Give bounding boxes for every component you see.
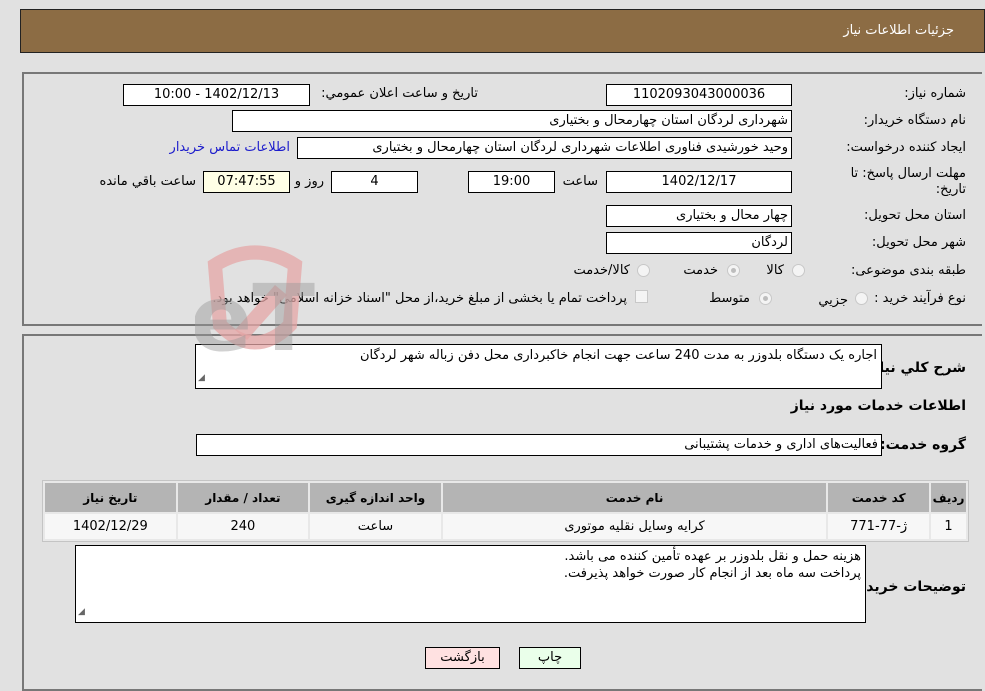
- buyer-org-label: نام دستگاه خریدار:: [863, 113, 966, 128]
- col-service-code: کد خدمت: [828, 483, 930, 512]
- cell-unit: ساعت: [310, 514, 441, 539]
- category-option-goods: کالا: [766, 263, 784, 278]
- category-option-service: خدمت: [683, 263, 718, 278]
- buyer-contact-link[interactable]: اطلاعات تماس خریدار: [170, 140, 290, 155]
- buyer-notes-line2: پرداخت سه ماه بعد از انجام کار صورت خواه…: [563, 566, 861, 581]
- buyer-org-field: شهرداری لردگان استان چهارمحال و بختیاری: [232, 110, 792, 132]
- purchase-radio-minor[interactable]: [855, 292, 868, 305]
- delivery-province-field: چهار محال و بختیاری: [606, 205, 792, 227]
- purchase-option-medium: متوسط: [709, 291, 750, 306]
- buyer-notes-line1: هزینه حمل و نقل بلدوزر بر عهده تأمین کنن…: [564, 549, 861, 564]
- announce-datetime-field: 1402/12/13 - 10:00: [123, 84, 310, 106]
- page-title: جزئيات اطلاعات نیاز: [843, 23, 954, 38]
- cell-need-date: 1402/12/29: [45, 514, 176, 539]
- deadline-time-field: 19:00: [468, 171, 555, 193]
- delivery-province-label: استان محل تحویل:: [864, 208, 966, 223]
- remaining-time-field: 07:47:55: [203, 171, 290, 193]
- requester-field: وحید خورشیدی فناوری اطلاعات شهرداری لردگ…: [297, 137, 792, 159]
- col-need-date: تاریخ نیاز: [45, 483, 176, 512]
- announce-datetime-label: تاریخ و ساعت اعلان عمومي:: [321, 86, 478, 101]
- delivery-city-label: شهر محل تحویل:: [871, 235, 966, 250]
- need-number-field: 1102093043000036: [606, 84, 792, 106]
- purchase-type-label: نوع فرآیند خرید :: [874, 291, 966, 306]
- service-group-label: گروه خدمت:: [880, 437, 966, 453]
- col-service-name: نام خدمت: [442, 483, 827, 512]
- need-info-panel: شماره نیاز: 1102093043000036 تاریخ و ساع…: [22, 72, 982, 326]
- print-button[interactable]: چاپ: [519, 647, 581, 669]
- purchase-radio-medium[interactable]: [759, 292, 772, 305]
- buyer-notes-textarea[interactable]: هزینه حمل و نقل بلدوزر بر عهده تأمین کنن…: [75, 545, 866, 623]
- deadline-label-line1: مهلت ارسال پاسخ: تا: [850, 166, 966, 181]
- need-details-panel: شرح کلي نیاز: اجاره یک دستگاه بلدوزر به …: [22, 334, 982, 691]
- deadline-date-field: 1402/12/17: [606, 171, 792, 193]
- services-table: ردیف کد خدمت نام خدمت واحد اندازه گیری ت…: [42, 480, 969, 542]
- requester-label: ایجاد کننده درخواست:: [846, 140, 966, 155]
- category-radio-service[interactable]: [727, 264, 740, 277]
- cell-row-number: 1: [931, 514, 966, 539]
- category-label: طبقه بندی موضوعی:: [850, 263, 966, 278]
- services-heading: اطلاعات خدمات مورد نیاز: [790, 398, 966, 414]
- deadline-time-label: ساعت: [562, 174, 598, 189]
- remaining-days-field: 4: [331, 171, 418, 193]
- category-radio-goods[interactable]: [792, 264, 805, 277]
- remaining-time-label: ساعت باقي مانده: [99, 174, 196, 189]
- deadline-label: مهلت ارسال پاسخ: تا تاریخ:: [851, 166, 966, 198]
- description-text: اجاره یک دستگاه بلدوزر به مدت 240 ساعت ج…: [359, 348, 877, 363]
- col-row-number: ردیف: [931, 483, 966, 512]
- back-button[interactable]: بازگشت: [425, 647, 500, 669]
- cell-quantity: 240: [177, 514, 309, 539]
- cell-service-name: کرایه وسایل نقلیه موتوری: [442, 514, 827, 539]
- days-label: روز و: [294, 174, 324, 189]
- category-radio-goods-service[interactable]: [637, 264, 650, 277]
- table-row: 1 ژ-77-771 کرایه وسایل نقلیه موتوری ساعت…: [45, 514, 966, 539]
- need-number-label: شماره نیاز:: [904, 86, 966, 101]
- col-quantity: تعداد / مقدار: [177, 483, 309, 512]
- category-option-goods-service: کالا/خدمت: [573, 263, 630, 278]
- treasury-note: پرداخت تمام یا بخشی از مبلغ خرید،از محل …: [212, 291, 627, 306]
- resize-grip-icon[interactable]: ◢: [78, 604, 85, 621]
- description-textarea[interactable]: اجاره یک دستگاه بلدوزر به مدت 240 ساعت ج…: [195, 344, 882, 389]
- purchase-option-minor: جزيي: [818, 293, 848, 308]
- service-group-field: فعالیت‌های اداری و خدمات پشتیبانی: [196, 434, 882, 456]
- page-header: جزئيات اطلاعات نیاز: [20, 9, 985, 53]
- cell-service-code: ژ-77-771: [828, 514, 930, 539]
- table-header-row: ردیف کد خدمت نام خدمت واحد اندازه گیری ت…: [45, 483, 966, 512]
- delivery-city-field: لردگان: [606, 232, 792, 254]
- treasury-checkbox[interactable]: [635, 290, 648, 303]
- deadline-label-line2: تاریخ:: [935, 182, 966, 197]
- col-unit: واحد اندازه گیری: [310, 483, 441, 512]
- resize-grip-icon[interactable]: ◢: [198, 370, 205, 387]
